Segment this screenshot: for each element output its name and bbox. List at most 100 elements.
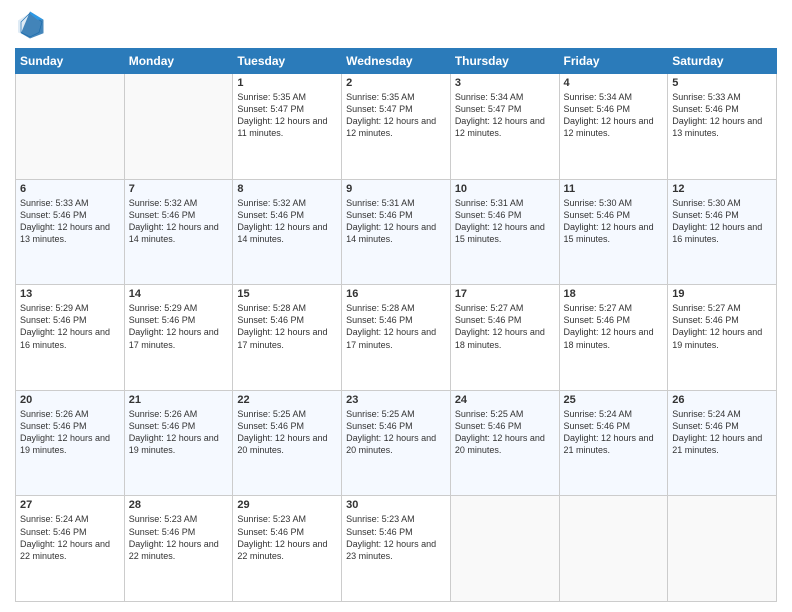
calendar-cell: 6 Sunrise: 5:33 AMSunset: 5:46 PMDaylight…	[16, 179, 125, 285]
cell-content: Sunrise: 5:32 AMSunset: 5:46 PMDaylight:…	[129, 197, 229, 246]
calendar-cell: 10 Sunrise: 5:31 AMSunset: 5:46 PMDayligh…	[450, 179, 559, 285]
day-number: 4	[564, 77, 664, 89]
calendar-cell: 5 Sunrise: 5:33 AMSunset: 5:46 PMDaylight…	[668, 74, 777, 180]
cell-content: Sunrise: 5:35 AMSunset: 5:47 PMDaylight:…	[237, 91, 337, 140]
cell-content: Sunrise: 5:27 AMSunset: 5:46 PMDaylight:…	[564, 302, 664, 351]
cell-content: Sunrise: 5:23 AMSunset: 5:46 PMDaylight:…	[129, 513, 229, 562]
cell-content: Sunrise: 5:25 AMSunset: 5:46 PMDaylight:…	[455, 408, 555, 457]
weekday-header-monday: Monday	[124, 49, 233, 74]
cell-content: Sunrise: 5:30 AMSunset: 5:46 PMDaylight:…	[564, 197, 664, 246]
cell-content: Sunrise: 5:35 AMSunset: 5:47 PMDaylight:…	[346, 91, 446, 140]
page: SundayMondayTuesdayWednesdayThursdayFrid…	[0, 0, 792, 612]
cell-content: Sunrise: 5:32 AMSunset: 5:46 PMDaylight:…	[237, 197, 337, 246]
calendar-cell: 21Sunrise: 5:26 AMSunset: 5:46 PMDayligh…	[124, 390, 233, 496]
calendar-cell: 19 Sunrise: 5:27 AMSunset: 5:46 PMDayligh…	[668, 285, 777, 391]
day-number: 1	[237, 77, 337, 89]
calendar-table: SundayMondayTuesdayWednesdayThursdayFrid…	[15, 48, 777, 602]
calendar-cell: 30 Sunrise: 5:23 AMSunset: 5:46 PMDayligh…	[342, 496, 451, 602]
cell-content: Sunrise: 5:24 AMSunset: 5:46 PMDaylight:…	[564, 408, 664, 457]
week-row-5: 27 Sunrise: 5:24 AMSunset: 5:46 PMDayligh…	[16, 496, 777, 602]
cell-content: Sunrise: 5:24 AMSunset: 5:46 PMDaylight:…	[672, 408, 772, 457]
cell-content: Sunrise: 5:23 AMSunset: 5:46 PMDaylight:…	[346, 513, 446, 562]
calendar-cell: 12 Sunrise: 5:30 AMSunset: 5:46 PMDayligh…	[668, 179, 777, 285]
day-number: 27	[20, 499, 120, 511]
weekday-header-thursday: Thursday	[450, 49, 559, 74]
weekday-header-sunday: Sunday	[16, 49, 125, 74]
cell-content: Sunrise: 5:31 AMSunset: 5:46 PMDaylight:…	[455, 197, 555, 246]
calendar-cell	[668, 496, 777, 602]
cell-content: Sunrise: 5:28 AMSunset: 5:46 PMDaylight:…	[346, 302, 446, 351]
calendar-cell: 11Sunrise: 5:30 AMSunset: 5:46 PMDayligh…	[559, 179, 668, 285]
cell-content: Sunrise: 5:26 AMSunset: 5:46 PMDaylight:…	[129, 408, 229, 457]
calendar-cell: 25 Sunrise: 5:24 AMSunset: 5:46 PMDayligh…	[559, 390, 668, 496]
weekday-header-friday: Friday	[559, 49, 668, 74]
day-number: 24	[455, 394, 555, 406]
day-number: 5	[672, 77, 772, 89]
calendar-cell	[450, 496, 559, 602]
calendar-cell: 3 Sunrise: 5:34 AMSunset: 5:47 PMDaylight…	[450, 74, 559, 180]
day-number: 20	[20, 394, 120, 406]
day-number: 2	[346, 77, 446, 89]
day-number: 10	[455, 183, 555, 195]
day-number: 15	[237, 288, 337, 300]
calendar-cell: 1 Sunrise: 5:35 AMSunset: 5:47 PMDaylight…	[233, 74, 342, 180]
calendar-cell: 18 Sunrise: 5:27 AMSunset: 5:46 PMDayligh…	[559, 285, 668, 391]
cell-content: Sunrise: 5:31 AMSunset: 5:46 PMDaylight:…	[346, 197, 446, 246]
day-number: 28	[129, 499, 229, 511]
calendar-cell: 24 Sunrise: 5:25 AMSunset: 5:46 PMDayligh…	[450, 390, 559, 496]
calendar-cell: 22Sunrise: 5:25 AMSunset: 5:46 PMDayligh…	[233, 390, 342, 496]
cell-content: Sunrise: 5:24 AMSunset: 5:46 PMDaylight:…	[20, 513, 120, 562]
calendar-cell: 27 Sunrise: 5:24 AMSunset: 5:46 PMDayligh…	[16, 496, 125, 602]
week-row-2: 6 Sunrise: 5:33 AMSunset: 5:46 PMDaylight…	[16, 179, 777, 285]
calendar-cell: 2 Sunrise: 5:35 AMSunset: 5:47 PMDaylight…	[342, 74, 451, 180]
cell-content: Sunrise: 5:25 AMSunset: 5:46 PMDaylight:…	[346, 408, 446, 457]
day-number: 9	[346, 183, 446, 195]
calendar-cell: 13 Sunrise: 5:29 AMSunset: 5:46 PMDayligh…	[16, 285, 125, 391]
calendar-cell: 23 Sunrise: 5:25 AMSunset: 5:46 PMDayligh…	[342, 390, 451, 496]
calendar-cell	[559, 496, 668, 602]
calendar-cell: 7 Sunrise: 5:32 AMSunset: 5:46 PMDaylight…	[124, 179, 233, 285]
day-number: 16	[346, 288, 446, 300]
day-number: 23	[346, 394, 446, 406]
day-number: 22	[237, 394, 337, 406]
day-number: 14	[129, 288, 229, 300]
calendar-cell: 8 Sunrise: 5:32 AMSunset: 5:46 PMDaylight…	[233, 179, 342, 285]
calendar-cell: 17 Sunrise: 5:27 AMSunset: 5:46 PMDayligh…	[450, 285, 559, 391]
cell-content: Sunrise: 5:34 AMSunset: 5:47 PMDaylight:…	[455, 91, 555, 140]
week-row-4: 20 Sunrise: 5:26 AMSunset: 5:46 PMDayligh…	[16, 390, 777, 496]
calendar-cell: 15 Sunrise: 5:28 AMSunset: 5:46 PMDayligh…	[233, 285, 342, 391]
cell-content: Sunrise: 5:28 AMSunset: 5:46 PMDaylight:…	[237, 302, 337, 351]
cell-content: Sunrise: 5:23 AMSunset: 5:46 PMDaylight:…	[237, 513, 337, 562]
calendar-cell	[124, 74, 233, 180]
calendar-cell: 26 Sunrise: 5:24 AMSunset: 5:46 PMDayligh…	[668, 390, 777, 496]
cell-content: Sunrise: 5:26 AMSunset: 5:46 PMDaylight:…	[20, 408, 120, 457]
day-number: 25	[564, 394, 664, 406]
day-number: 17	[455, 288, 555, 300]
weekday-header-saturday: Saturday	[668, 49, 777, 74]
cell-content: Sunrise: 5:27 AMSunset: 5:46 PMDaylight:…	[455, 302, 555, 351]
day-number: 7	[129, 183, 229, 195]
logo	[15, 10, 49, 40]
day-number: 12	[672, 183, 772, 195]
calendar-cell: 29Sunrise: 5:23 AMSunset: 5:46 PMDayligh…	[233, 496, 342, 602]
calendar-cell: 16 Sunrise: 5:28 AMSunset: 5:46 PMDayligh…	[342, 285, 451, 391]
day-number: 30	[346, 499, 446, 511]
day-number: 8	[237, 183, 337, 195]
day-number: 3	[455, 77, 555, 89]
cell-content: Sunrise: 5:33 AMSunset: 5:46 PMDaylight:…	[672, 91, 772, 140]
cell-content: Sunrise: 5:27 AMSunset: 5:46 PMDaylight:…	[672, 302, 772, 351]
calendar-cell	[16, 74, 125, 180]
day-number: 6	[20, 183, 120, 195]
calendar-cell: 14Sunrise: 5:29 AMSunset: 5:46 PMDayligh…	[124, 285, 233, 391]
cell-content: Sunrise: 5:30 AMSunset: 5:46 PMDaylight:…	[672, 197, 772, 246]
day-number: 26	[672, 394, 772, 406]
cell-content: Sunrise: 5:29 AMSunset: 5:46 PMDaylight:…	[20, 302, 120, 351]
day-number: 13	[20, 288, 120, 300]
day-number: 18	[564, 288, 664, 300]
weekday-header-wednesday: Wednesday	[342, 49, 451, 74]
cell-content: Sunrise: 5:34 AMSunset: 5:46 PMDaylight:…	[564, 91, 664, 140]
day-number: 19	[672, 288, 772, 300]
cell-content: Sunrise: 5:33 AMSunset: 5:46 PMDaylight:…	[20, 197, 120, 246]
calendar-cell: 4 Sunrise: 5:34 AMSunset: 5:46 PMDaylight…	[559, 74, 668, 180]
calendar-cell: 20 Sunrise: 5:26 AMSunset: 5:46 PMDayligh…	[16, 390, 125, 496]
